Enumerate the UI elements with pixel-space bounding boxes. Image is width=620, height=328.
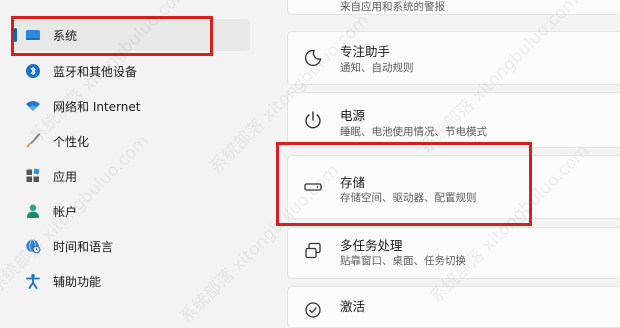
- selected-indicator: [14, 28, 17, 42]
- sidebar-item-label: 系统: [53, 29, 78, 43]
- power-card[interactable]: 电源 睡眠、电池使用情况、节电模式: [287, 92, 620, 148]
- globe-clock-icon: [26, 239, 41, 254]
- display-icon: [26, 30, 40, 40]
- sidebar-item-network[interactable]: 网络和 Internet: [12, 90, 250, 122]
- settings-sidebar: 系统 蓝牙和其他设备 网络和 Internet 个性化 应用 帐户 时间和语言 …: [0, 0, 262, 309]
- activation-card[interactable]: 激活: [287, 286, 620, 328]
- moon-icon: [304, 49, 322, 67]
- sidebar-item-apps[interactable]: 应用: [12, 160, 250, 192]
- card-title: 专注助手: [340, 44, 391, 59]
- sidebar-item-label: 蓝牙和其他设备: [53, 65, 138, 79]
- sidebar-item-label: 辅助功能: [53, 275, 102, 289]
- sidebar-item-label: 应用: [53, 170, 78, 184]
- card-title: 激活: [340, 299, 366, 314]
- drive-icon: [304, 183, 322, 191]
- sidebar-item-system[interactable]: 系统: [12, 19, 250, 51]
- accessibility-icon: [26, 274, 40, 289]
- sidebar-item-time-language[interactable]: 时间和语言: [12, 230, 250, 262]
- card-subtitle: 来自应用和系统的警报: [340, 1, 445, 13]
- card-subtitle: 存储空间、驱动器、配置规则: [340, 192, 477, 204]
- power-icon: [305, 111, 321, 129]
- sidebar-item-personalization[interactable]: 个性化: [12, 125, 250, 157]
- sidebar-item-bluetooth[interactable]: 蓝牙和其他设备: [12, 55, 250, 87]
- focus-assist-card[interactable]: 专注助手 通知、自动规则: [287, 31, 620, 85]
- storage-card[interactable]: 存储 存储空间、驱动器、配置规则: [287, 155, 620, 219]
- card-subtitle: 通知、自动规则: [340, 62, 414, 74]
- card-title: 存储: [340, 175, 366, 190]
- apps-icon: [26, 168, 40, 182]
- multitask-icon: [305, 242, 321, 259]
- sidebar-item-label: 时间和语言: [53, 240, 114, 254]
- card-subtitle: 睡眠、电池使用情况、节电模式: [340, 126, 487, 138]
- card-title: 电源: [340, 108, 366, 123]
- notifications-card[interactable]: 来自应用和系统的警报: [287, 0, 620, 15]
- card-title: 多任务处理: [340, 238, 403, 253]
- card-subtitle: 贴靠窗口、桌面、任务切换: [340, 255, 466, 267]
- person-icon: [27, 204, 39, 218]
- multitasking-card[interactable]: 多任务处理 贴靠窗口、桌面、任务切换: [287, 227, 620, 279]
- activation-icon: [305, 302, 321, 318]
- wifi-icon: [26, 101, 40, 111]
- sidebar-item-label: 网络和 Internet: [53, 100, 141, 114]
- sidebar-item-label: 个性化: [53, 135, 90, 149]
- bluetooth-icon: [26, 64, 40, 78]
- sidebar-item-label: 帐户: [53, 205, 78, 219]
- sidebar-item-accounts[interactable]: 帐户: [12, 195, 250, 227]
- sidebar-item-accessibility[interactable]: 辅助功能: [12, 265, 250, 297]
- brush-icon: [26, 133, 40, 148]
